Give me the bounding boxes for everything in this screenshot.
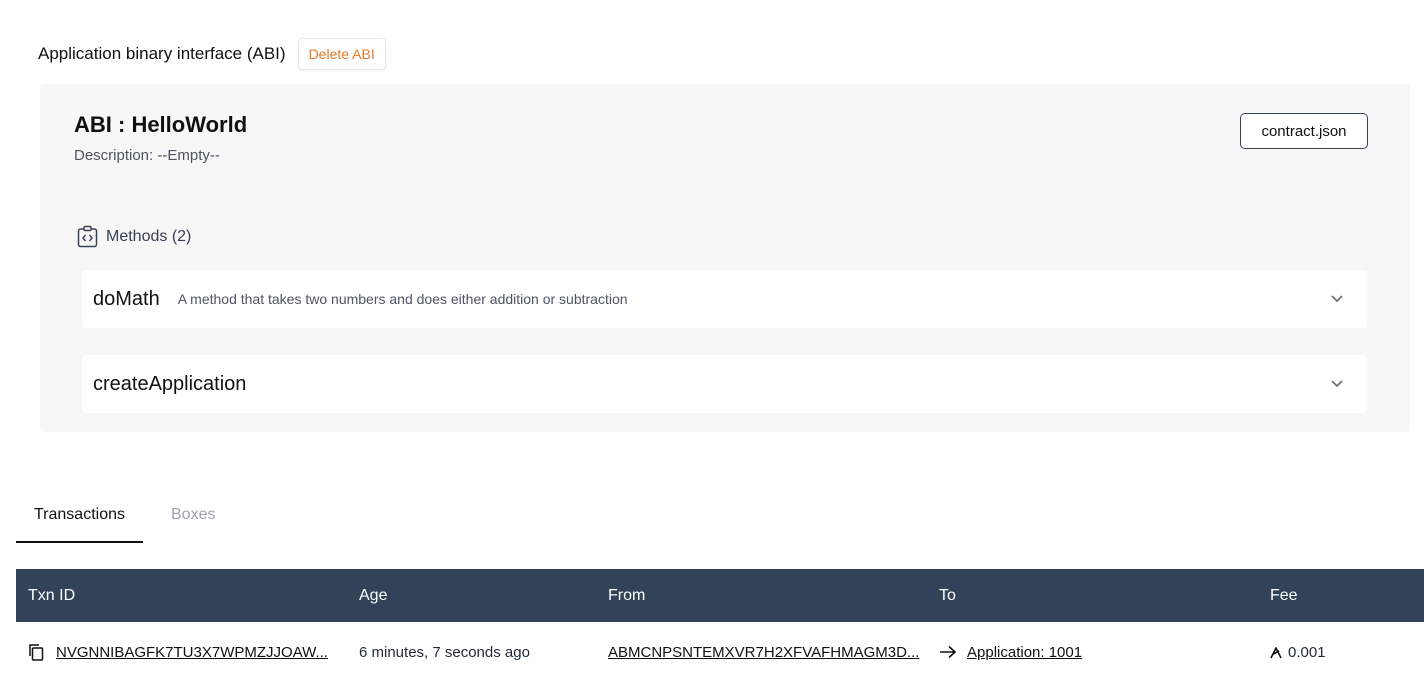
fee-cell: 0.001 — [1270, 644, 1326, 661]
header-age: Age — [359, 586, 388, 604]
delete-abi-button[interactable]: Delete ABI — [297, 38, 386, 70]
header-txn-id: Txn ID — [28, 586, 76, 604]
txn-id-link[interactable]: NVGNNIBAGFK7TU3X7WPMZJJOAW... — [56, 644, 328, 661]
code-icon — [77, 225, 98, 248]
copy-icon[interactable] — [28, 643, 44, 661]
method-name: createApplication — [93, 372, 247, 395]
to-application-link[interactable]: Application: 1001 — [967, 644, 1082, 661]
header-to: To — [939, 586, 956, 604]
chevron-down-icon[interactable] — [1329, 375, 1345, 391]
method-item-domath[interactable]: doMath A method that takes two numbers a… — [82, 270, 1367, 328]
table-row: NVGNNIBAGFK7TU3X7WPMZJJOAW... 6 minutes,… — [16, 622, 1424, 682]
abi-panel: ABI : HelloWorld Description: --Empty-- … — [40, 84, 1410, 432]
chevron-down-icon[interactable] — [1329, 290, 1345, 306]
method-item-createapplication[interactable]: createApplication — [82, 355, 1367, 413]
abi-description: Description: --Empty-- — [74, 147, 220, 164]
txn-id-cell: NVGNNIBAGFK7TU3X7WPMZJJOAW... — [28, 643, 328, 661]
table-header: Txn ID Age From To Fee — [16, 569, 1424, 622]
header-fee: Fee — [1270, 586, 1298, 604]
fee-value: 0.001 — [1288, 643, 1326, 661]
methods-count-label: Methods (2) — [106, 227, 192, 245]
age-cell: 6 minutes, 7 seconds ago — [359, 643, 530, 661]
abi-name: ABI : HelloWorld — [74, 112, 248, 137]
contract-json-button[interactable]: contract.json — [1240, 113, 1368, 149]
tab-transactions[interactable]: Transactions — [16, 500, 143, 543]
from-address-link[interactable]: ABMCNPSNTEMXVR7H2XFVAFHMAGM3D... — [608, 644, 919, 661]
method-name: doMath — [93, 287, 160, 310]
abi-section-title: Application binary interface (ABI) — [38, 44, 286, 63]
method-description: A method that takes two numbers and does… — [177, 291, 628, 307]
algo-icon — [1270, 646, 1282, 659]
arrow-right-icon — [939, 645, 957, 659]
abi-section-header: Application binary interface (ABI) Delet… — [38, 38, 386, 70]
transactions-table: Txn ID Age From To Fee NVGNNIBAGFK7TU3X7… — [16, 569, 1424, 682]
to-cell: Application: 1001 — [939, 644, 1082, 661]
methods-heading: Methods (2) — [77, 225, 191, 248]
tab-bar: Transactions Boxes — [16, 500, 233, 543]
header-from: From — [608, 586, 646, 604]
tab-boxes[interactable]: Boxes — [153, 500, 233, 543]
